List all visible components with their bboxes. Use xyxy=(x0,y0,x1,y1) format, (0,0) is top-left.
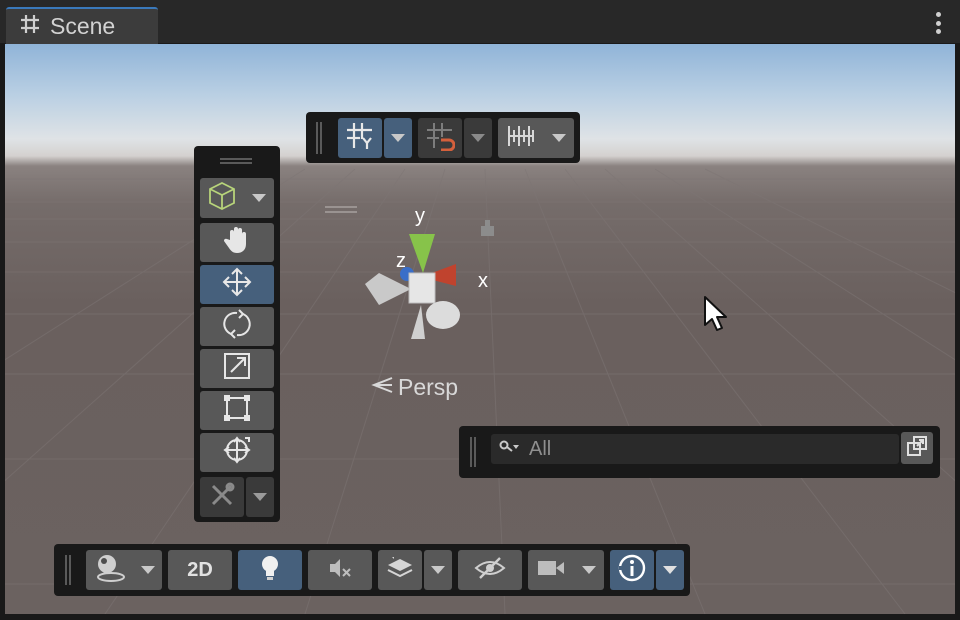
search-input[interactable] xyxy=(529,437,889,461)
audio-muted-icon xyxy=(327,556,353,585)
camera-settings-button[interactable] xyxy=(528,550,604,590)
custom-tools-dropdown[interactable] xyxy=(246,477,274,517)
transform-tool-button[interactable] xyxy=(200,433,274,472)
ruler-snap-icon xyxy=(506,123,536,154)
hand-tool-button[interactable] xyxy=(200,223,274,262)
gizmos-toggle-button[interactable] xyxy=(610,550,654,590)
open-search-window-button[interactable] xyxy=(901,432,933,464)
info-gizmos-icon xyxy=(617,553,647,588)
effects-layers-icon xyxy=(386,555,414,586)
increment-snap-magnet-icon xyxy=(425,121,456,156)
grid-snap-dropdown[interactable] xyxy=(384,118,412,158)
custom-tools-icon xyxy=(208,481,236,514)
tab-scene[interactable]: Scene xyxy=(6,7,158,44)
increment-snap-dropdown[interactable] xyxy=(464,118,492,158)
move-tool-icon xyxy=(221,266,253,303)
view-options-toolbar: 2D xyxy=(54,544,690,596)
toolbar-grip[interactable] xyxy=(470,437,476,467)
shaded-draw-mode-icon xyxy=(94,553,126,588)
effects-dropdown[interactable] xyxy=(424,550,452,590)
orientation-gizmo[interactable] xyxy=(359,229,479,344)
gameobject-cube-icon xyxy=(208,181,236,216)
mouse-cursor-icon xyxy=(703,295,729,338)
scene-viewport[interactable]: y x z Persp All 2D xyxy=(5,44,955,614)
camera-icon xyxy=(536,558,566,583)
rotate-tool-button[interactable] xyxy=(200,307,274,346)
tab-bar: Scene xyxy=(0,0,960,44)
tab-scene-label: Scene xyxy=(50,13,116,39)
increment-snap-button[interactable] xyxy=(418,118,462,158)
lightbulb-icon xyxy=(259,554,281,587)
search-icon xyxy=(499,440,519,459)
grid-snap-button[interactable] xyxy=(338,118,382,158)
gizmos-dropdown[interactable] xyxy=(656,550,684,590)
draw-mode-button[interactable] xyxy=(86,550,162,590)
scale-tool-button[interactable] xyxy=(200,349,274,388)
custom-tools-button[interactable] xyxy=(200,477,244,517)
search-field xyxy=(491,434,899,464)
eye-hidden-icon xyxy=(474,556,506,585)
move-tool-button[interactable] xyxy=(200,265,274,304)
ruler-snap-button[interactable] xyxy=(498,118,574,158)
effects-button[interactable] xyxy=(378,550,422,590)
perspective-chevron-icon xyxy=(370,374,394,401)
gizmo-x-label: x xyxy=(478,270,488,292)
hand-tool-icon xyxy=(222,225,252,260)
toolbar-grip[interactable] xyxy=(316,122,322,154)
kebab-menu-icon[interactable] xyxy=(930,10,946,36)
tool-context-button[interactable] xyxy=(200,178,274,218)
scale-tool-icon xyxy=(222,351,252,386)
rect-tool-button[interactable] xyxy=(200,391,274,430)
tools-toolbar xyxy=(194,146,280,522)
rect-tool-icon xyxy=(222,393,252,428)
lighting-toggle-button[interactable] xyxy=(238,550,302,590)
snapping-toolbar xyxy=(306,112,580,163)
scene-window: Scene y x z Persp All 2D xyxy=(0,0,960,620)
gizmo-z-label: z xyxy=(396,250,406,272)
external-window-icon xyxy=(906,435,928,462)
audio-toggle-button[interactable] xyxy=(308,550,372,590)
mode-2d-button[interactable]: 2D xyxy=(168,550,232,590)
grid-hash-icon xyxy=(20,13,40,40)
toolbar-grip[interactable] xyxy=(220,158,252,164)
perspective-label: Persp xyxy=(398,374,459,400)
transform-tool-icon xyxy=(221,434,253,471)
hidden-objects-toggle-button[interactable] xyxy=(458,550,522,590)
mode-2d-label: 2D xyxy=(187,558,213,581)
toolbar-grip[interactable] xyxy=(65,555,71,585)
gizmo-y-label: y xyxy=(415,205,425,227)
search-overlay xyxy=(459,426,940,478)
grid-snap-icon xyxy=(345,121,375,156)
rotate-tool-icon xyxy=(221,308,253,345)
projection-toggle[interactable]: Persp xyxy=(370,374,458,401)
